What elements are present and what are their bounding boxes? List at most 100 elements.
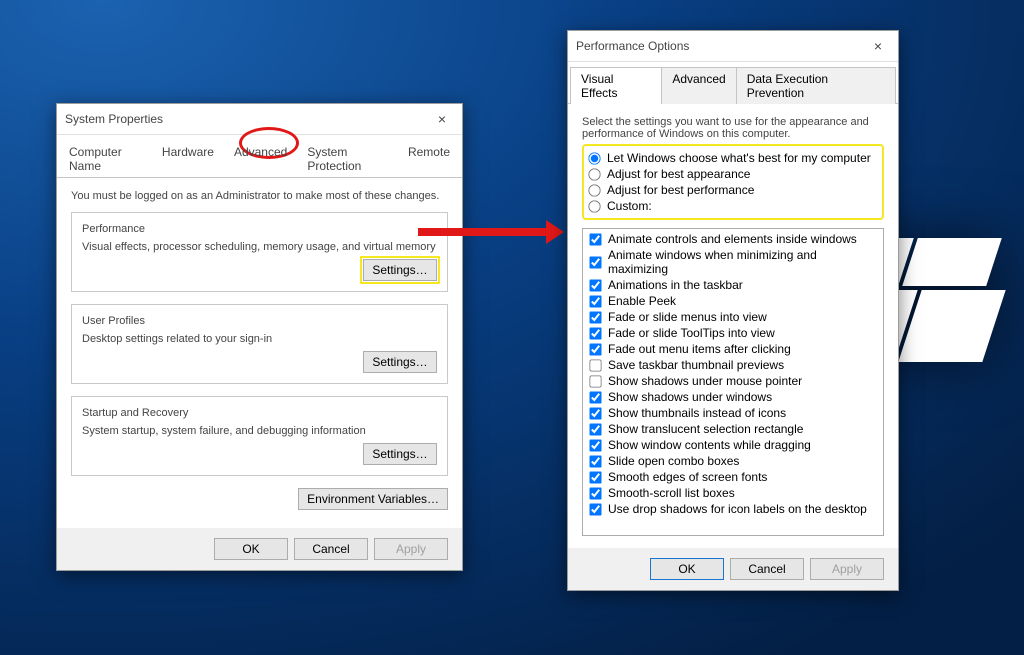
cancel-button[interactable]: Cancel — [294, 538, 368, 560]
check-option[interactable]: Fade or slide ToolTips into view — [587, 325, 879, 341]
checkbox-label: Show translucent selection rectangle — [608, 422, 803, 436]
window-title: Performance Options — [576, 39, 689, 53]
startup-recovery-settings-button[interactable]: Settings… — [363, 443, 437, 465]
group-title: User Profiles — [78, 315, 149, 327]
ok-button[interactable]: OK — [214, 538, 288, 560]
radio-input[interactable] — [588, 200, 600, 212]
checkbox-label: Show shadows under mouse pointer — [608, 374, 802, 388]
checkbox-label: Fade or slide ToolTips into view — [608, 326, 775, 340]
check-option[interactable]: Enable Peek — [587, 293, 879, 309]
group-desc: Visual effects, processor scheduling, me… — [82, 241, 437, 253]
close-icon[interactable]: × — [430, 109, 454, 129]
checkbox-label: Fade out menu items after clicking — [608, 342, 791, 356]
checkbox-input[interactable] — [589, 407, 601, 419]
admin-note: You must be logged on as an Administrato… — [71, 190, 448, 202]
checkbox-input[interactable] — [589, 311, 601, 323]
radio-input[interactable] — [588, 168, 600, 180]
check-option[interactable]: Save taskbar thumbnail previews — [587, 357, 879, 373]
environment-variables-button[interactable]: Environment Variables… — [298, 488, 448, 510]
apply-button[interactable]: Apply — [810, 558, 884, 580]
checkbox-input[interactable] — [589, 503, 601, 515]
checkbox-input[interactable] — [589, 423, 601, 435]
check-option[interactable]: Use drop shadows for icon labels on the … — [587, 501, 879, 517]
tab-computer-name[interactable]: Computer Name — [59, 140, 152, 178]
tab-hardware[interactable]: Hardware — [152, 140, 224, 178]
checkbox-input[interactable] — [589, 375, 601, 387]
check-option[interactable]: Animations in the taskbar — [587, 277, 879, 293]
radio-input[interactable] — [588, 152, 600, 164]
check-option[interactable]: Show thumbnails instead of icons — [587, 405, 879, 421]
check-option[interactable]: Fade out menu items after clicking — [587, 341, 879, 357]
group-startup-recovery: Startup and Recovery System startup, sys… — [71, 396, 448, 476]
checkbox-input[interactable] — [589, 233, 601, 245]
check-option[interactable]: Fade or slide menus into view — [587, 309, 879, 325]
visual-effect-options-list[interactable]: Animate controls and elements inside win… — [582, 228, 884, 536]
radio-option[interactable]: Adjust for best performance — [586, 182, 880, 198]
checkbox-label: Show window contents while dragging — [608, 438, 811, 452]
group-performance: Performance Visual effects, processor sc… — [71, 212, 448, 292]
checkbox-label: Slide open combo boxes — [608, 454, 739, 468]
checkbox-input[interactable] — [589, 295, 601, 307]
checkbox-input[interactable] — [589, 343, 601, 355]
radio-label: Let Windows choose what's best for my co… — [607, 151, 871, 165]
radio-option[interactable]: Adjust for best appearance — [586, 166, 880, 182]
checkbox-label: Show shadows under windows — [608, 390, 772, 404]
checkbox-label: Fade or slide menus into view — [608, 310, 767, 324]
checkbox-input[interactable] — [589, 391, 601, 403]
group-desc: System startup, system failure, and debu… — [82, 425, 437, 437]
checkbox-label: Smooth edges of screen fonts — [608, 470, 767, 484]
checkbox-label: Enable Peek — [608, 294, 676, 308]
titlebar: Performance Options × — [568, 31, 898, 62]
check-option[interactable]: Show shadows under mouse pointer — [587, 373, 879, 389]
performance-settings-button[interactable]: Settings… — [363, 259, 437, 281]
checkbox-input[interactable] — [589, 327, 601, 339]
checkbox-label: Use drop shadows for icon labels on the … — [608, 502, 867, 516]
radio-option[interactable]: Custom: — [586, 198, 880, 214]
check-option[interactable]: Show shadows under windows — [587, 389, 879, 405]
performance-options-tabs: Visual Effects Advanced Data Execution P… — [568, 62, 898, 104]
group-desc: Desktop settings related to your sign-in — [82, 333, 437, 345]
group-user-profiles: User Profiles Desktop settings related t… — [71, 304, 448, 384]
close-icon[interactable]: × — [866, 36, 890, 56]
checkbox-input[interactable] — [589, 279, 601, 291]
tab-advanced[interactable]: Advanced — [224, 140, 297, 178]
check-option[interactable]: Show translucent selection rectangle — [587, 421, 879, 437]
check-option[interactable]: Show window contents while dragging — [587, 437, 879, 453]
tab-dep[interactable]: Data Execution Prevention — [737, 67, 896, 104]
checkbox-input[interactable] — [589, 439, 601, 451]
checkbox-input[interactable] — [589, 471, 601, 483]
checkbox-input[interactable] — [589, 455, 601, 467]
check-option[interactable]: Animate windows when minimizing and maxi… — [587, 247, 879, 277]
tab-visual-effects[interactable]: Visual Effects — [570, 67, 662, 104]
checkbox-input[interactable] — [589, 256, 601, 268]
radio-label: Custom: — [607, 199, 652, 213]
checkbox-label: Show thumbnails instead of icons — [608, 406, 786, 420]
apply-button[interactable]: Apply — [374, 538, 448, 560]
tab-system-protection[interactable]: System Protection — [297, 140, 398, 178]
system-properties-dialog: System Properties × Computer Name Hardwa… — [56, 103, 463, 571]
checkbox-label: Animate windows when minimizing and maxi… — [608, 248, 877, 276]
annotation-arrow — [418, 228, 558, 236]
visual-effect-mode-radios: Let Windows choose what's best for my co… — [582, 144, 884, 220]
checkbox-input[interactable] — [589, 487, 601, 499]
tab-remote[interactable]: Remote — [398, 140, 460, 178]
radio-label: Adjust for best performance — [607, 183, 754, 197]
ok-button[interactable]: OK — [650, 558, 724, 580]
checkbox-input[interactable] — [589, 359, 601, 371]
check-option[interactable]: Animate controls and elements inside win… — [587, 231, 879, 247]
window-title: System Properties — [65, 112, 163, 126]
check-option[interactable]: Slide open combo boxes — [587, 453, 879, 469]
radio-input[interactable] — [588, 184, 600, 196]
radio-option[interactable]: Let Windows choose what's best for my co… — [586, 150, 880, 166]
cancel-button[interactable]: Cancel — [730, 558, 804, 580]
check-option[interactable]: Smooth edges of screen fonts — [587, 469, 879, 485]
check-option[interactable]: Smooth-scroll list boxes — [587, 485, 879, 501]
system-properties-tabs: Computer Name Hardware Advanced System P… — [57, 135, 462, 178]
group-title: Startup and Recovery — [78, 407, 192, 419]
checkbox-label: Save taskbar thumbnail previews — [608, 358, 784, 372]
radio-label: Adjust for best appearance — [607, 167, 750, 181]
intro-text: Select the settings you want to use for … — [582, 116, 884, 140]
tab-advanced[interactable]: Advanced — [662, 67, 736, 104]
checkbox-label: Animate controls and elements inside win… — [608, 232, 857, 246]
user-profiles-settings-button[interactable]: Settings… — [363, 351, 437, 373]
